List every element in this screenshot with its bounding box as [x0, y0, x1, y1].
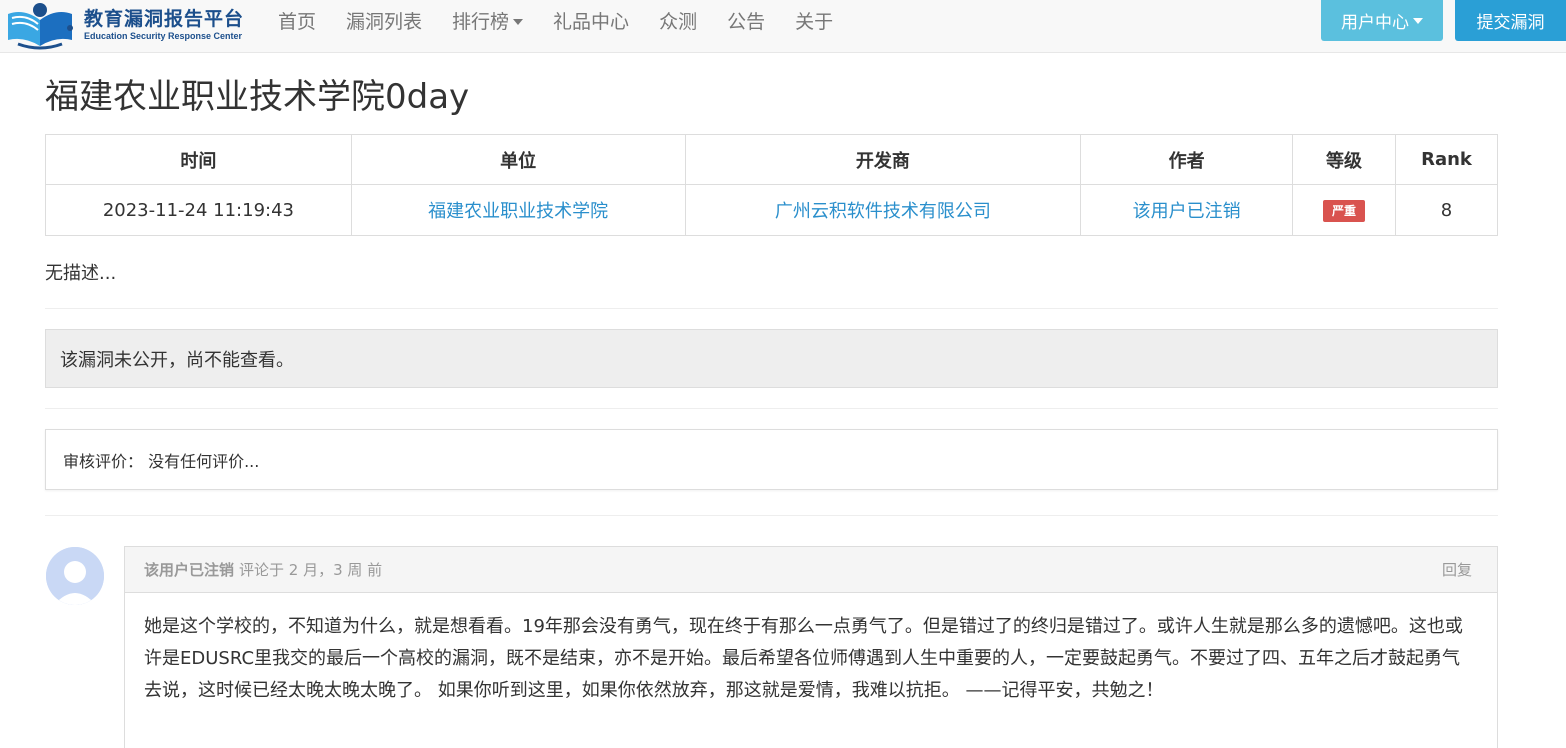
divider [45, 515, 1498, 516]
reply-button[interactable]: 回复 [1442, 547, 1472, 593]
comment-card: 该用户已注销 评论于 2 月，3 周 前 回复 她是这个学校的，不知道为什么，就… [124, 546, 1498, 748]
col-header-rank: Rank [1395, 134, 1498, 185]
nav-about[interactable]: 关于 [780, 0, 848, 44]
site-logo[interactable]: 教育漏洞报告平台 Education Security Response Cen… [4, 0, 244, 50]
user-center-label: 用户中心 [1341, 13, 1409, 33]
nav-ranking-label: 排行榜 [452, 11, 510, 33]
col-header-unit: 单位 [350, 134, 686, 185]
cell-unit: 福建农业职业技术学院 [350, 184, 686, 236]
page-title: 福建农业职业技术学院0day [45, 77, 470, 117]
divider [45, 408, 1498, 409]
vendor-link[interactable]: 广州云积软件技术有限公司 [775, 201, 991, 222]
col-header-level: 等级 [1292, 134, 1396, 185]
unit-link[interactable]: 福建农业职业技术学院 [428, 201, 608, 222]
user-center-button[interactable]: 用户中心 [1321, 0, 1443, 41]
main-nav: 首页 漏洞列表 排行榜 礼品中心 众测 公告 关于 [263, 0, 848, 44]
cell-vendor: 广州云积软件技术有限公司 [684, 184, 1082, 236]
submit-vuln-button[interactable]: 提交漏洞 [1455, 0, 1566, 41]
top-navbar: 教育漏洞报告平台 Education Security Response Cen… [0, 0, 1566, 53]
cell-level: 严重 [1292, 184, 1396, 236]
author-link[interactable]: 该用户已注销 [1133, 201, 1241, 222]
table-row: 2023-11-24 11:19:43 福建农业职业技术学院 广州云积软件技术有… [45, 184, 1498, 236]
comment-timestamp: 评论于 2 月，3 周 前 [239, 561, 383, 579]
cell-author: 该用户已注销 [1080, 184, 1294, 236]
chevron-down-icon [513, 19, 524, 25]
chevron-down-icon [1413, 17, 1423, 24]
col-header-vendor: 开发商 [684, 134, 1082, 185]
divider [45, 308, 1498, 309]
book-logo-icon [4, 0, 76, 50]
brand-name-cn: 教育漏洞报告平台 [84, 8, 245, 30]
nav-crowdtest[interactable]: 众测 [644, 0, 712, 44]
review-comment-box: 审核评价： 没有任何评价... [45, 429, 1498, 490]
nav-gift-center[interactable]: 礼品中心 [538, 0, 644, 44]
comment-body: 她是这个学校的，不知道为什么，就是想看看。19年那会没有勇气，现在终于有那么一点… [144, 616, 1463, 701]
vuln-info-table: 时间 单位 开发商 作者 等级 Rank 2023-11-24 11:19:43… [45, 134, 1498, 236]
cell-rank: 8 [1395, 184, 1498, 236]
comment-header: 该用户已注销 评论于 2 月，3 周 前 回复 [125, 547, 1497, 593]
col-header-author: 作者 [1080, 134, 1294, 185]
nav-home[interactable]: 首页 [263, 0, 331, 44]
table-header-row: 时间 单位 开发商 作者 等级 Rank [45, 134, 1498, 185]
brand-name-en: Education Security Response Center [84, 31, 243, 41]
cell-time: 2023-11-24 11:19:43 [45, 184, 352, 236]
comment-author[interactable]: 该用户已注销 [144, 559, 234, 580]
user-avatar-icon [46, 547, 104, 605]
vuln-description: 无描述... [45, 263, 117, 284]
nav-ranking[interactable]: 排行榜 [437, 0, 538, 44]
severity-badge: 严重 [1323, 199, 1366, 222]
col-header-time: 时间 [45, 134, 352, 185]
nav-announcements[interactable]: 公告 [712, 0, 780, 44]
nav-vuln-list[interactable]: 漏洞列表 [331, 0, 437, 44]
not-public-notice: 该漏洞未公开，尚不能查看。 [45, 329, 1498, 388]
